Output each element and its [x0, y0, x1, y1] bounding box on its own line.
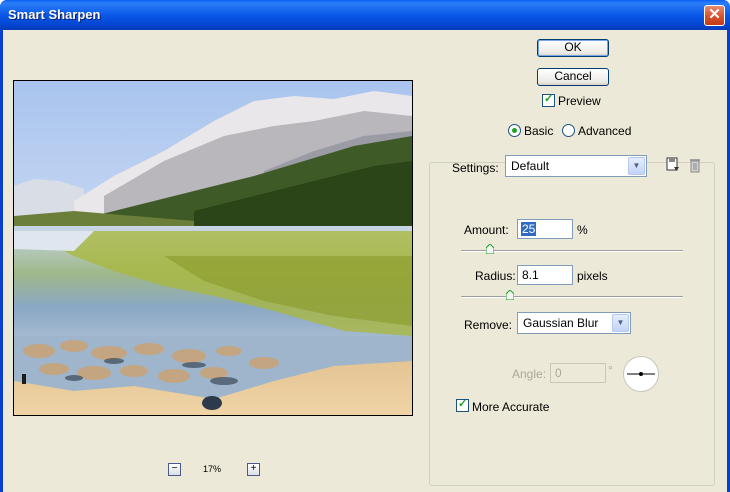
minus-icon: − [171, 463, 178, 474]
zoom-out-button[interactable]: − [168, 463, 181, 476]
remove-dropdown[interactable]: Gaussian Blur ▼ [517, 312, 631, 334]
radio-selected-dot [512, 128, 517, 133]
remove-value: Gaussian Blur [523, 316, 599, 330]
radius-slider-track[interactable] [461, 296, 683, 298]
settings-dropdown[interactable]: Default ▼ [505, 155, 647, 177]
angle-input[interactable]: 0 [550, 363, 606, 383]
amount-label: Amount: [464, 223, 509, 237]
trash-icon[interactable] [689, 157, 701, 173]
close-icon: ✕ [708, 6, 721, 23]
more-accurate-label: More Accurate [472, 400, 550, 414]
preview-label: Preview [558, 94, 601, 108]
preview-checkbox[interactable]: ✓ [542, 93, 555, 107]
radius-input[interactable]: 8.1 [517, 265, 573, 285]
remove-label: Remove: [464, 318, 513, 332]
settings-label: Settings: [452, 161, 499, 175]
window-title: Smart Sharpen [8, 7, 101, 22]
amount-slider-track[interactable] [461, 250, 683, 252]
settings-value: Default [511, 159, 550, 173]
more-accurate-checkbox[interactable]: ✓ [456, 398, 469, 412]
zoom-in-button[interactable]: + [247, 463, 260, 476]
angle-indicator-icon [627, 372, 655, 376]
ok-button[interactable]: OK [537, 39, 609, 57]
chevron-down-icon: ▼ [628, 157, 645, 175]
radius-value: 8.1 [522, 268, 539, 282]
dialog-body: − 17% + OK Cancel ✓ Preview Basic Advanc… [3, 30, 727, 492]
amount-input[interactable]: 25 [517, 219, 573, 239]
radius-label: Radius: [475, 269, 516, 283]
advanced-radio[interactable] [562, 124, 575, 137]
amount-unit: % [577, 223, 588, 237]
radius-slider-thumb[interactable] [505, 290, 514, 300]
angle-label: Angle: [512, 367, 547, 381]
plus-icon: + [250, 463, 257, 474]
close-button[interactable]: ✕ [704, 5, 725, 26]
preview-image[interactable] [13, 80, 413, 416]
checkmark-icon: ✓ [544, 93, 554, 105]
zoom-level: 17% [203, 464, 222, 474]
title-bar[interactable]: Smart Sharpen ✕ [0, 0, 730, 30]
amount-slider-thumb[interactable] [485, 244, 494, 254]
angle-dial[interactable] [623, 356, 659, 392]
amount-value: 25 [521, 222, 537, 236]
basic-label: Basic [524, 124, 554, 138]
basic-radio[interactable] [508, 124, 521, 137]
radius-unit: pixels [577, 269, 608, 283]
angle-unit: ° [608, 363, 613, 377]
save-settings-icon[interactable] [666, 157, 680, 173]
cancel-button[interactable]: Cancel [537, 68, 609, 86]
checkmark-icon: ✓ [458, 398, 468, 410]
landscape-image [14, 81, 412, 415]
chevron-down-icon: ▼ [612, 314, 629, 332]
advanced-label: Advanced [578, 124, 632, 138]
smart-sharpen-dialog: Smart Sharpen ✕ − 17% + OK Cancel ✓ Prev… [0, 0, 730, 492]
angle-value: 0 [555, 366, 562, 380]
